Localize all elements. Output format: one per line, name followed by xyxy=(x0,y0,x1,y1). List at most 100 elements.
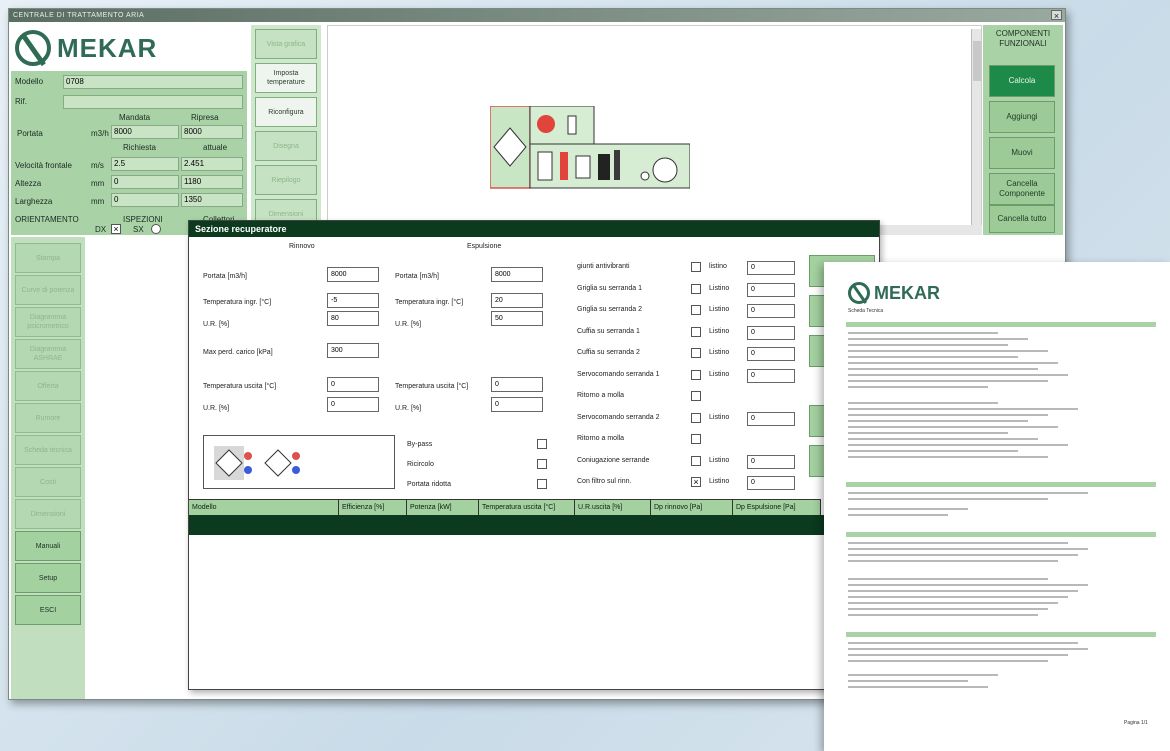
altezza-unit: mm xyxy=(91,179,105,188)
option-checkbox[interactable] xyxy=(691,326,701,337)
disegna-button[interactable]: Disegna xyxy=(255,131,317,161)
option-checkbox[interactable]: × xyxy=(691,477,701,487)
portata-rinnovo-input[interactable]: 8000 xyxy=(327,267,379,282)
velocita-richiesta-input[interactable]: 2.5 xyxy=(111,157,179,171)
report-text-line xyxy=(848,554,1078,556)
report-text-line xyxy=(848,432,1008,434)
portata-espulsione-label: Portata [m3/h] xyxy=(395,273,439,280)
altezza-richiesta-input[interactable]: 0 xyxy=(111,175,179,189)
portata-espulsione-input[interactable]: 8000 xyxy=(491,267,543,282)
col-ur-uscita: U.R.uscita [%] xyxy=(575,500,651,515)
bypass-checkbox[interactable] xyxy=(537,439,547,449)
diagramma-psicrometrico-button[interactable]: Diagramma psicrometrico xyxy=(15,307,81,337)
report-text-line xyxy=(848,450,1018,452)
temp-ingr-espulsione-input[interactable]: 20 xyxy=(491,293,543,308)
option-checkbox[interactable] xyxy=(691,391,701,401)
unit-drawing-canvas[interactable] xyxy=(327,25,982,235)
ricircolo-checkbox[interactable] xyxy=(537,459,547,469)
option-checkbox[interactable] xyxy=(691,412,701,423)
rif-input[interactable] xyxy=(63,95,243,109)
option-price-input[interactable]: 0 xyxy=(747,368,795,383)
riepilogo-button[interactable]: Riepilogo xyxy=(255,165,317,195)
ur-rinnovo-input[interactable]: 80 xyxy=(327,311,379,326)
option-price-input[interactable]: 0 xyxy=(747,454,795,469)
aggiungi-button[interactable]: Aggiungi xyxy=(989,101,1055,133)
curve-button[interactable]: Curve di potenza xyxy=(15,275,81,305)
recuperatore-dialog: Sezione recuperatore Rinnovo Espulsione … xyxy=(188,220,880,690)
option-label: Ritorno a molla xyxy=(577,435,625,442)
cancella-tutto-button[interactable]: Cancella tutto xyxy=(989,205,1055,233)
option-label: Con filtro sul rinn. xyxy=(577,478,632,485)
vista-grafica-button[interactable]: Vista grafica xyxy=(255,29,317,59)
option-checkbox[interactable] xyxy=(691,434,701,444)
report-logo: MEKAR xyxy=(848,282,940,304)
report-text-line xyxy=(848,590,1078,592)
dx-label: DX xyxy=(95,225,107,234)
results-table-header: Modello Efficienza [%] Potenza [kW] Temp… xyxy=(189,499,821,515)
temp-ingr-rinnovo-input[interactable]: -5 xyxy=(327,293,379,308)
mandata-label: Mandata xyxy=(119,113,151,122)
option-checkbox[interactable] xyxy=(691,262,701,272)
col-dp-espulsione: Dp Espulsione [Pa] xyxy=(733,500,821,515)
rumore-button[interactable]: Rumore xyxy=(15,403,81,433)
option-checkbox[interactable] xyxy=(691,305,701,315)
stampa-button[interactable]: Stampa xyxy=(15,243,81,273)
report-text-line xyxy=(848,614,1038,616)
larghezza-richiesta-input[interactable]: 0 xyxy=(111,193,179,207)
altezza-attuale-value: 1180 xyxy=(181,175,243,189)
close-icon[interactable]: × xyxy=(1051,10,1062,21)
results-table-body[interactable] xyxy=(189,515,879,535)
option-checkbox[interactable] xyxy=(691,369,701,380)
sx-label: SX xyxy=(133,225,144,234)
setup-button[interactable]: Setup xyxy=(15,563,81,593)
portata-ridotta-checkbox[interactable] xyxy=(537,479,547,489)
window-titlebar: CENTRALE DI TRATTAMENTO ARIA xyxy=(9,9,1065,22)
costi-button[interactable]: Costi xyxy=(15,467,81,497)
perdita-input[interactable]: 300 xyxy=(327,343,379,358)
richiesta-label: Richiesta xyxy=(123,143,156,152)
report-text-line xyxy=(848,680,968,682)
option-price-label: Listino xyxy=(709,349,730,356)
muovi-button[interactable]: Muovi xyxy=(989,137,1055,169)
option-checkbox[interactable] xyxy=(691,283,701,294)
window-title: CENTRALE DI TRATTAMENTO ARIA xyxy=(13,12,145,19)
dimensioni-left-button[interactable]: Dimensioni xyxy=(15,499,81,529)
offerta-button[interactable]: Offerta xyxy=(15,371,81,401)
report-text-line xyxy=(848,362,1058,364)
portata-mandata-input[interactable]: 8000 xyxy=(111,125,179,139)
option-label: Servocomando serranda 2 xyxy=(577,413,660,421)
ur-espulsione-input[interactable]: 50 xyxy=(491,311,543,326)
report-section-bar xyxy=(846,532,1156,537)
sx-radio[interactable] xyxy=(151,224,161,234)
imposta-temperature-button[interactable]: Imposta temperature xyxy=(255,63,317,93)
modello-input[interactable]: 0708 xyxy=(63,75,243,89)
option-price-input[interactable]: 0 xyxy=(747,282,795,297)
option-price-input[interactable]: 0 xyxy=(747,411,795,426)
cancella-componente-button[interactable]: Cancella Componente xyxy=(989,173,1055,205)
canvas-vertical-scrollbar[interactable] xyxy=(971,29,981,229)
riconfigura-button[interactable]: Riconfigura xyxy=(255,97,317,127)
scheda-tecnica-button[interactable]: Scheda tecnica xyxy=(15,435,81,465)
manuali-button[interactable]: Manuali xyxy=(15,531,81,561)
calcola-button[interactable]: Calcola xyxy=(989,65,1055,97)
option-price-input[interactable]: 0 xyxy=(747,476,795,490)
portata-rinnovo-label: Portata [m3/h] xyxy=(203,273,247,280)
option-price-label: Listino xyxy=(709,370,730,378)
scrollbar-thumb[interactable] xyxy=(973,41,981,81)
option-checkbox[interactable] xyxy=(691,455,701,466)
option-price-label: Listino xyxy=(709,413,730,421)
esci-button[interactable]: ESCI xyxy=(15,595,81,625)
portata-ridotta-label: Portata ridotta xyxy=(407,481,451,488)
dx-radio[interactable]: × xyxy=(111,224,121,234)
option-price-input[interactable]: 0 xyxy=(747,304,795,318)
portata-ripresa-input[interactable]: 8000 xyxy=(181,125,243,139)
larghezza-attuale-value: 1350 xyxy=(181,193,243,207)
option-price-input[interactable]: 0 xyxy=(747,261,795,275)
diagramma-ashrae-button[interactable]: Diagramma ASHRAE xyxy=(15,339,81,369)
option-price-input[interactable]: 0 xyxy=(747,325,795,340)
option-price-input[interactable]: 0 xyxy=(747,347,795,361)
report-page-number: Pagina 1/1 xyxy=(1124,720,1148,726)
report-text-line xyxy=(848,548,1088,550)
velocita-attuale-value: 2.451 xyxy=(181,157,243,171)
option-checkbox[interactable] xyxy=(691,348,701,358)
